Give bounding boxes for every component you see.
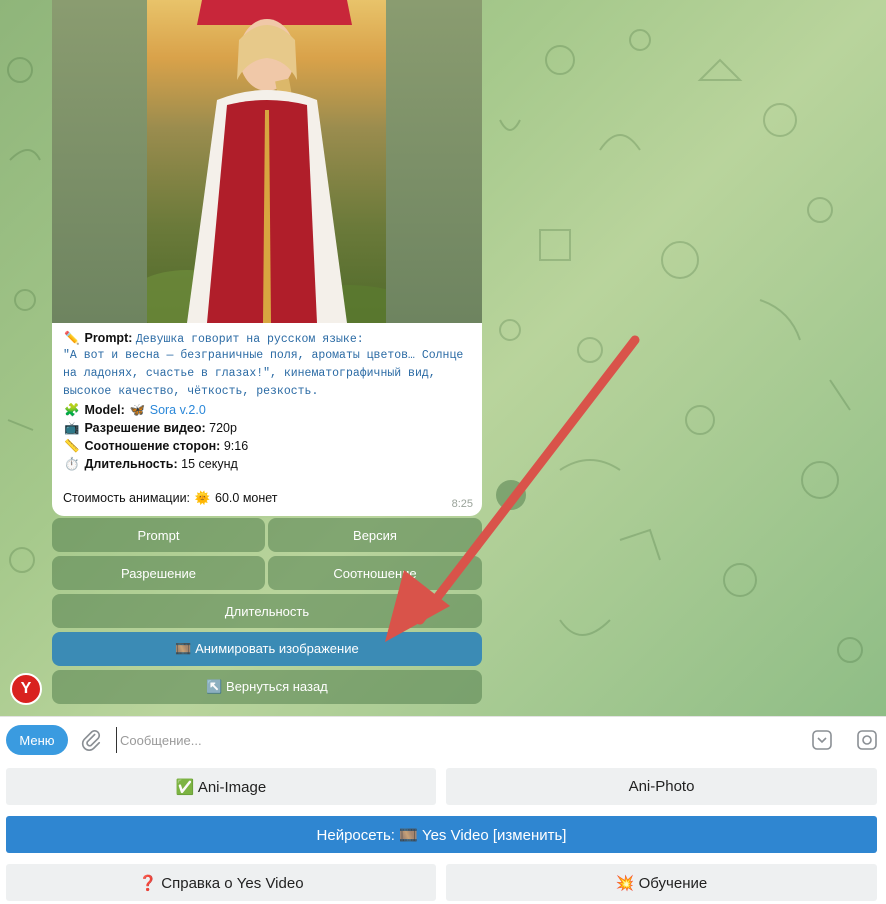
message-input-bar: Меню <box>0 716 886 762</box>
message-input[interactable] <box>116 727 796 753</box>
annotation-arrow <box>385 335 640 642</box>
reply-button-help[interactable]: ❓ Справка о Yes Video <box>6 864 436 901</box>
reply-button-learning[interactable]: 💥 Обучение <box>446 864 877 901</box>
keyboard-toggle-icon[interactable] <box>811 729 833 751</box>
reply-keyboard: ✅ Ani-Image Ani-Photo Нейросеть: 🎞️ Yes … <box>0 762 886 904</box>
reply-button-neural[interactable]: Нейросеть: 🎞️ Yes Video [изменить] <box>6 816 877 853</box>
reply-button-ani-image[interactable]: ✅ Ani-Image <box>6 768 436 805</box>
attach-icon[interactable] <box>80 728 102 752</box>
camera-icon[interactable] <box>856 729 878 751</box>
menu-button[interactable]: Меню <box>6 725 68 755</box>
chat-area: ✏️ Prompt: Девушка говорит на русском яз… <box>0 0 886 716</box>
reply-button-ani-photo[interactable]: Ani-Photo <box>446 768 877 805</box>
